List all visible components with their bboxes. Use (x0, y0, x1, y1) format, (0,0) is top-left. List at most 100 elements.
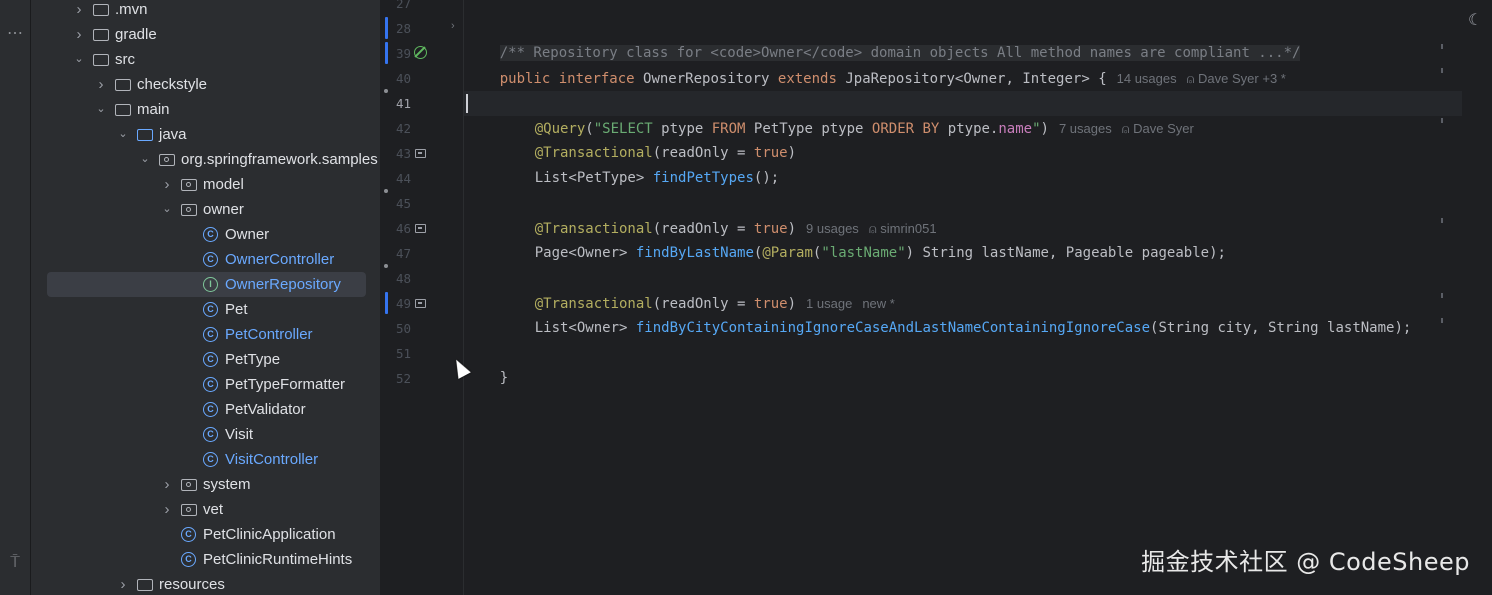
code-line-46[interactable]: Page<Owner> findByLastName(@Param("lastN… (501, 216, 1226, 261)
line-number[interactable]: 48 (381, 266, 411, 291)
tree-item[interactable]: ⌄ owner (31, 197, 380, 222)
chevron-down-icon[interactable]: ⌄ (73, 47, 85, 72)
tree-item[interactable]: › model (31, 172, 380, 197)
line-number[interactable]: 44 (381, 166, 411, 191)
source-folder-icon (137, 129, 153, 141)
chevron-down-icon[interactable]: ⌄ (95, 97, 107, 122)
class-icon: C (203, 252, 218, 267)
line-number[interactable]: 50 (381, 316, 411, 341)
method-name: findByCityContainingIgnoreCaseAndLastNam… (635, 320, 1151, 336)
vcs-change-marker[interactable] (385, 292, 388, 314)
tree-item[interactable]: C Owner (31, 222, 380, 247)
chevron-right-icon[interactable]: › (117, 572, 129, 595)
tree-item[interactable]: C OwnerController (31, 247, 380, 272)
ai-assistant-icon[interactable]: ☾ (1468, 10, 1482, 30)
tree-item[interactable]: ⌄ java (31, 122, 380, 147)
chevron-right-icon[interactable]: › (161, 172, 173, 197)
more-icon[interactable]: ⋯ (5, 24, 25, 44)
tree-item[interactable]: C PetValidator (31, 397, 380, 422)
code-line-49[interactable]: List<Owner> findByCityContainingIgnoreCa… (501, 291, 1412, 336)
resources-folder-icon (137, 579, 153, 591)
line-number[interactable]: 52 (381, 366, 411, 391)
tree-item[interactable]: I OwnerRepository (47, 272, 366, 297)
code-line-28[interactable]: /** Repository class for <code>Owner</co… (466, 16, 1301, 61)
spring-bean-icon[interactable] (414, 46, 427, 59)
tree-item[interactable]: › gradle (31, 22, 380, 47)
chevron-right-icon[interactable]: › (73, 0, 85, 22)
interface-name: OwnerRepository (634, 71, 778, 87)
tree-item[interactable]: ⌄ main (31, 97, 380, 122)
tree-item-label: PetValidator (225, 401, 306, 418)
tree-item[interactable]: C PetType (31, 347, 380, 372)
package-icon (181, 179, 197, 191)
usages-hint[interactable]: 14 usages (1117, 71, 1177, 86)
line-number[interactable]: 42 (381, 116, 411, 141)
tree-item[interactable]: › system (31, 472, 380, 497)
tree-item[interactable]: › .mvn (31, 0, 380, 22)
tree-item[interactable]: C VisitController (31, 447, 380, 472)
method-name: findPetTypes (652, 170, 754, 186)
class-icon: C (203, 402, 218, 417)
chevron-down-icon[interactable]: ⌄ (117, 122, 129, 147)
code-text: JpaRepository<Owner, Integer> { (836, 71, 1107, 87)
return-type: Page<Owner> (534, 245, 636, 261)
chevron-right-icon[interactable]: › (161, 497, 173, 522)
tree-item[interactable]: ⌄ org.springframework.samples (31, 147, 380, 172)
breakpoint-dot (384, 264, 388, 268)
code-line-41[interactable]: @Query("SELECT ptype FROM PetType ptype … (501, 91, 1194, 137)
tree-item[interactable]: ⌄ src (31, 47, 380, 72)
vcs-change-marker[interactable] (385, 17, 388, 39)
implemented-method-icon[interactable] (415, 299, 426, 308)
scroll-marker (1441, 318, 1443, 323)
chevron-down-icon[interactable]: ⌄ (139, 147, 151, 172)
usages-hint[interactable]: 7 usages (1059, 121, 1112, 136)
class-icon: C (203, 327, 218, 342)
code-line-39[interactable]: public interface OwnerRepository extends… (466, 41, 1286, 87)
keyword: interface (558, 71, 635, 87)
tree-item[interactable]: C PetController (31, 322, 380, 347)
code-line-42[interactable]: @Transactional(readOnly = true) (501, 116, 796, 161)
chevron-right-icon[interactable]: › (73, 22, 85, 47)
tree-item[interactable]: C PetClinicRuntimeHints (31, 547, 380, 572)
scroll-marker (1441, 218, 1443, 223)
code-editor[interactable]: /** Repository class for <code>Owner</co… (464, 0, 1492, 595)
breakpoint-dot (384, 189, 388, 193)
line-number[interactable]: 43 (381, 141, 411, 166)
chevron-right-icon[interactable]: › (161, 472, 173, 497)
package-icon (159, 154, 175, 166)
implemented-method-icon[interactable] (415, 224, 426, 233)
code-line-45[interactable]: @Transactional(readOnly = true) 9 usages ⍝… (501, 191, 937, 237)
spring-class-icon: C (181, 527, 196, 542)
chevron-right-icon[interactable]: › (95, 72, 107, 97)
line-number[interactable]: 51 (381, 341, 411, 366)
code-line-43[interactable]: List<PetType> findPetTypes(); (501, 141, 779, 186)
fold-toggle-icon[interactable]: › (451, 20, 455, 32)
tree-item[interactable]: C PetClinicApplication (31, 522, 380, 547)
code-line-51[interactable]: } (466, 341, 508, 386)
chevron-down-icon[interactable]: ⌄ (161, 197, 173, 222)
implemented-method-icon[interactable] (415, 149, 426, 158)
vcs-change-marker[interactable] (385, 42, 388, 64)
line-number[interactable]: 27 (381, 0, 411, 16)
author-hint[interactable]: ⍝ Dave Syer (1122, 121, 1194, 136)
tree-item-label: OwnerRepository (225, 276, 341, 293)
author-hint[interactable]: ⍝ Dave Syer +3 * (1187, 71, 1286, 86)
tree-item[interactable]: › vet (31, 497, 380, 522)
line-number[interactable]: 47 (381, 241, 411, 266)
tree-item[interactable]: C Visit (31, 422, 380, 447)
build-tool-icon[interactable]: ⍑ (5, 553, 25, 573)
tree-item[interactable]: C PetTypeFormatter (31, 372, 380, 397)
tree-item[interactable]: › checkstyle (31, 72, 380, 97)
tree-item-label: .mvn (115, 1, 148, 18)
line-number[interactable]: 40 (381, 66, 411, 91)
package-icon (181, 504, 197, 516)
line-number[interactable]: 45 (381, 191, 411, 216)
tree-item[interactable]: › resources (31, 572, 380, 595)
code-line-48[interactable]: @Transactional(readOnly = true) 1 usage ne… (501, 266, 895, 312)
tree-item-label: checkstyle (137, 76, 208, 93)
tree-item[interactable]: C Pet (31, 297, 380, 322)
folder-icon (93, 54, 109, 66)
keyword: extends (777, 71, 837, 87)
line-number[interactable]: 46 (381, 216, 411, 241)
line-number[interactable]: 41 (381, 91, 411, 116)
